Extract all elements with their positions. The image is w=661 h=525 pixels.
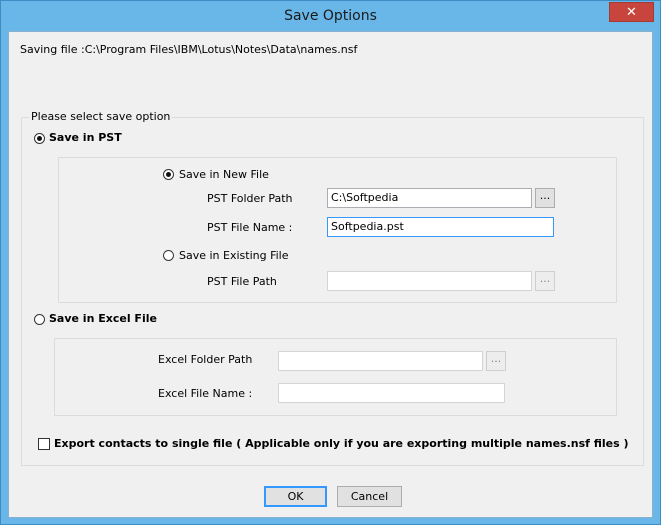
saving-file-label: Saving file :C:\Program Files\IBM\Lotus\… xyxy=(20,43,358,56)
excel-folder-path-input[interactable] xyxy=(278,351,483,371)
close-icon: ✕ xyxy=(626,5,637,20)
save-option-legend: Please select save option xyxy=(29,110,173,123)
close-button[interactable]: ✕ xyxy=(609,2,654,22)
save-in-pst-label[interactable]: Save in PST xyxy=(49,131,122,144)
export-contacts-checkbox[interactable] xyxy=(38,438,50,450)
ok-button[interactable]: OK xyxy=(264,486,327,507)
save-in-excel-radio[interactable] xyxy=(34,314,45,325)
excel-folder-browse-button[interactable]: ... xyxy=(486,351,506,371)
pst-file-name-label: PST File Name : xyxy=(207,221,293,234)
excel-folder-path-label: Excel Folder Path xyxy=(158,353,253,366)
cancel-button[interactable]: Cancel xyxy=(337,486,402,507)
title-bar[interactable]: Save Options ✕ xyxy=(1,1,660,32)
dialog-client-area: Saving file :C:\Program Files\IBM\Lotus\… xyxy=(8,31,653,518)
pst-file-path-browse-button[interactable]: ... xyxy=(535,271,555,291)
pst-file-name-input[interactable]: Softpedia.pst xyxy=(327,217,554,237)
save-in-existing-file-radio[interactable] xyxy=(163,250,174,261)
save-in-new-file-label[interactable]: Save in New File xyxy=(179,168,269,181)
excel-file-name-input[interactable] xyxy=(278,383,505,403)
pst-folder-path-input[interactable]: C:\Softpedia xyxy=(327,188,532,208)
save-in-pst-radio[interactable] xyxy=(34,133,45,144)
save-in-new-file-radio[interactable] xyxy=(163,169,174,180)
pst-folder-browse-button[interactable]: ... xyxy=(535,188,555,208)
excel-options-box xyxy=(54,338,617,416)
export-contacts-label[interactable]: Export contacts to single file ( Applica… xyxy=(54,437,629,450)
pst-file-path-label: PST File Path xyxy=(207,275,277,288)
save-in-excel-label[interactable]: Save in Excel File xyxy=(49,312,157,325)
window-title: Save Options xyxy=(284,8,377,24)
save-options-window: Save Options ✕ Saving file :C:\Program F… xyxy=(0,0,661,525)
excel-file-name-label: Excel File Name : xyxy=(158,387,253,400)
save-in-existing-file-label[interactable]: Save in Existing File xyxy=(179,249,289,262)
pst-folder-path-label: PST Folder Path xyxy=(207,192,293,205)
pst-file-path-input[interactable] xyxy=(327,271,532,291)
